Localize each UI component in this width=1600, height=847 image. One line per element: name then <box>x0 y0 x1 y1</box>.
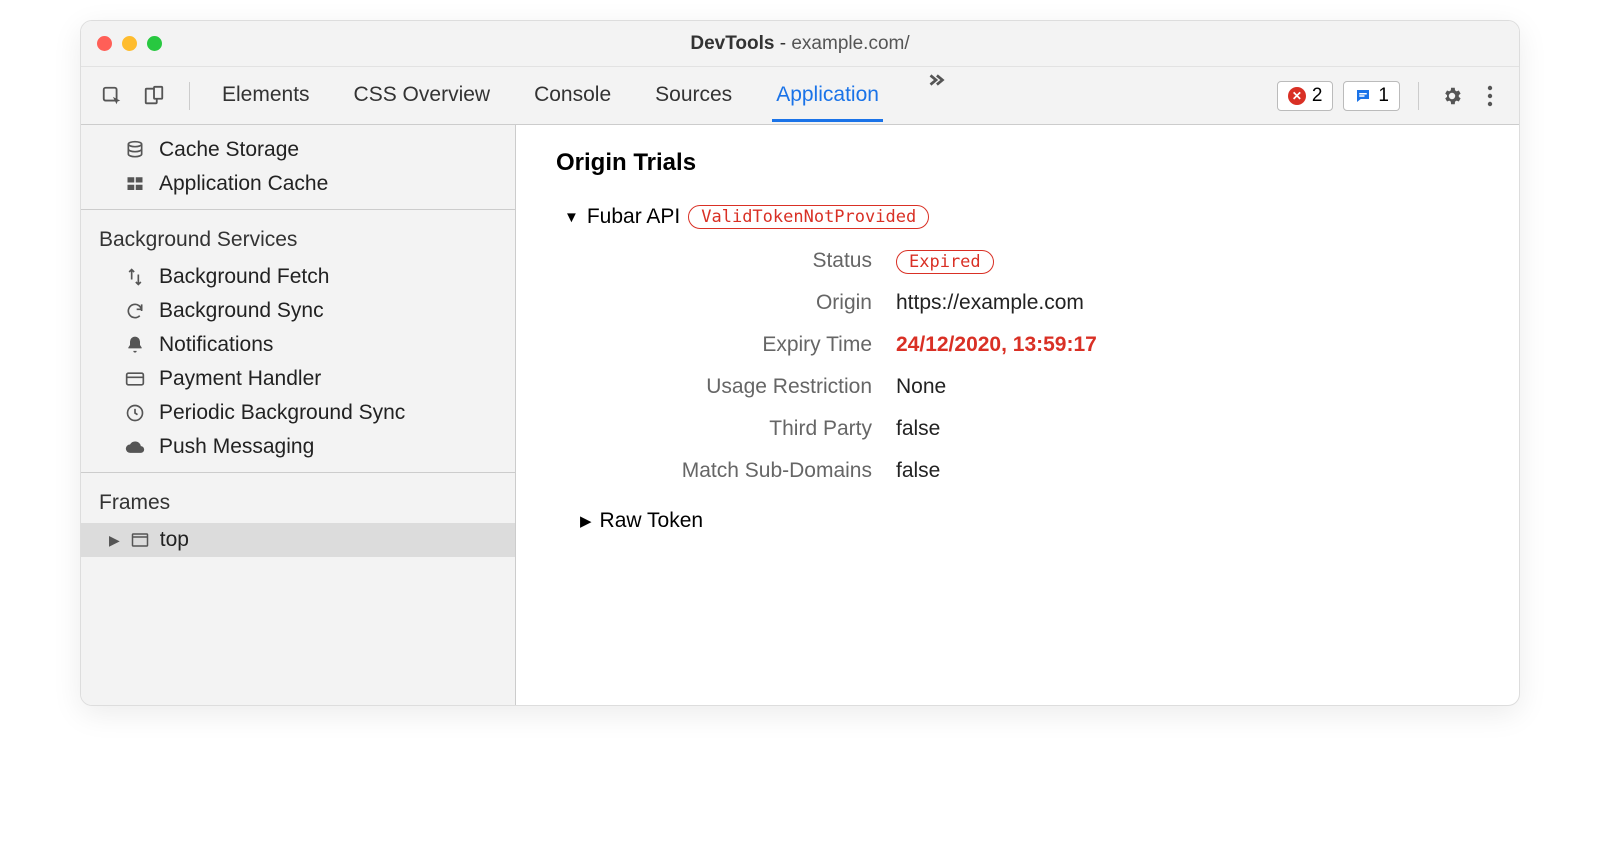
tab-elements[interactable]: Elements <box>218 69 314 122</box>
trial-header: ▼ Fubar API ValidTokenNotProvided <box>556 205 1479 229</box>
label-usage: Usage Restriction <box>596 375 896 399</box>
sidebar-item-label: Periodic Background Sync <box>159 401 405 425</box>
titlebar: DevTools - example.com/ <box>81 21 1519 67</box>
value-expiry: 24/12/2020, 13:59:17 <box>896 333 1479 357</box>
bell-icon <box>123 335 147 355</box>
sidebar-item-payment-handler[interactable]: Payment Handler <box>81 362 515 396</box>
value-status: Expired <box>896 249 1479 273</box>
tab-sources[interactable]: Sources <box>651 69 736 122</box>
zoom-window-button[interactable] <box>147 36 162 51</box>
error-icon: ✕ <box>1288 87 1306 105</box>
close-window-button[interactable] <box>97 36 112 51</box>
cloud-icon <box>123 437 147 457</box>
card-icon <box>123 369 147 389</box>
grid-icon <box>123 175 147 193</box>
frame-icon <box>128 531 152 549</box>
title-url: example.com/ <box>791 33 909 54</box>
collapse-icon[interactable]: ▼ <box>564 209 579 226</box>
status-badge: Expired <box>896 250 994 274</box>
devtools-window: DevTools - example.com/ Elements CSS Ove… <box>80 20 1520 706</box>
tab-css-overview[interactable]: CSS Overview <box>350 69 495 122</box>
inspect-element-button[interactable] <box>95 79 129 113</box>
main-content: Origin Trials ▼ Fubar API ValidTokenNotP… <box>516 125 1519 705</box>
toolbar: Elements CSS Overview Console Sources Ap… <box>81 67 1519 125</box>
label-third-party: Third Party <box>596 417 896 441</box>
settings-button[interactable] <box>1437 85 1467 107</box>
sidebar-item-cache-storage[interactable]: Cache Storage <box>81 133 515 167</box>
title-app: DevTools <box>690 33 774 54</box>
label-expiry: Expiry Time <box>596 333 896 357</box>
message-icon <box>1354 87 1372 105</box>
panel-body: Cache Storage Application Cache Backgrou… <box>81 125 1519 705</box>
value-usage: None <box>896 375 1479 399</box>
sidebar-item-label: Background Fetch <box>159 265 329 289</box>
window-controls <box>97 36 162 51</box>
sidebar-item-application-cache[interactable]: Application Cache <box>81 167 515 201</box>
more-options-button[interactable] <box>1475 85 1505 107</box>
sidebar-item-frame-top[interactable]: ▶ top <box>81 523 515 557</box>
clock-icon <box>123 403 147 423</box>
sidebar-item-label: Cache Storage <box>159 138 299 162</box>
sidebar-item-background-sync[interactable]: Background Sync <box>81 294 515 328</box>
sidebar-item-label: Application Cache <box>159 172 328 196</box>
sidebar-group-cache: Cache Storage Application Cache <box>81 125 515 210</box>
sidebar-item-periodic-sync[interactable]: Periodic Background Sync <box>81 396 515 430</box>
minimize-window-button[interactable] <box>122 36 137 51</box>
raw-token-row[interactable]: ▶ Raw Token <box>556 509 1479 533</box>
sidebar-heading-background: Background Services <box>81 218 515 260</box>
sidebar-item-notifications[interactable]: Notifications <box>81 328 515 362</box>
transfer-icon <box>123 267 147 287</box>
value-origin: https://example.com <box>896 291 1479 315</box>
page-heading: Origin Trials <box>556 149 1479 177</box>
panel-tabs: Elements CSS Overview Console Sources Ap… <box>218 69 953 122</box>
sidebar-item-label: Payment Handler <box>159 367 321 391</box>
database-icon <box>123 140 147 160</box>
label-subdomains: Match Sub-Domains <box>596 459 896 483</box>
window-title: DevTools - example.com/ <box>690 33 909 55</box>
value-third-party: false <box>896 417 1479 441</box>
more-tabs-button[interactable] <box>919 69 953 122</box>
token-status-badge: ValidTokenNotProvided <box>688 205 929 229</box>
messages-pill[interactable]: 1 <box>1343 81 1400 111</box>
tab-application[interactable]: Application <box>772 69 883 122</box>
sidebar-group-background: Background Services Background Fetch Bac… <box>81 210 515 473</box>
status-pills: ✕ 2 1 <box>1277 81 1400 111</box>
trial-details: Status Expired Origin https://example.co… <box>596 249 1479 483</box>
value-subdomains: false <box>896 459 1479 483</box>
raw-token-label: Raw Token <box>600 509 704 533</box>
label-status: Status <box>596 249 896 273</box>
sync-icon <box>123 301 147 321</box>
toolbar-divider <box>1418 82 1419 110</box>
error-count: 2 <box>1312 85 1323 107</box>
errors-pill[interactable]: ✕ 2 <box>1277 81 1334 111</box>
sidebar-item-label: top <box>160 528 189 552</box>
tab-console[interactable]: Console <box>530 69 615 122</box>
trial-name: Fubar API <box>587 205 680 229</box>
sidebar-heading-frames: Frames <box>81 481 515 523</box>
message-count: 1 <box>1378 85 1389 107</box>
sidebar-group-frames: Frames ▶ top <box>81 473 515 565</box>
device-toggle-button[interactable] <box>137 79 171 113</box>
sidebar-item-label: Background Sync <box>159 299 324 323</box>
sidebar-item-push-messaging[interactable]: Push Messaging <box>81 430 515 464</box>
sidebar-item-label: Push Messaging <box>159 435 314 459</box>
sidebar-item-label: Notifications <box>159 333 273 357</box>
label-origin: Origin <box>596 291 896 315</box>
toolbar-divider <box>189 82 190 110</box>
application-sidebar: Cache Storage Application Cache Backgrou… <box>81 125 516 705</box>
expand-icon[interactable]: ▶ <box>109 532 120 549</box>
expand-icon[interactable]: ▶ <box>580 512 592 530</box>
sidebar-item-background-fetch[interactable]: Background Fetch <box>81 260 515 294</box>
